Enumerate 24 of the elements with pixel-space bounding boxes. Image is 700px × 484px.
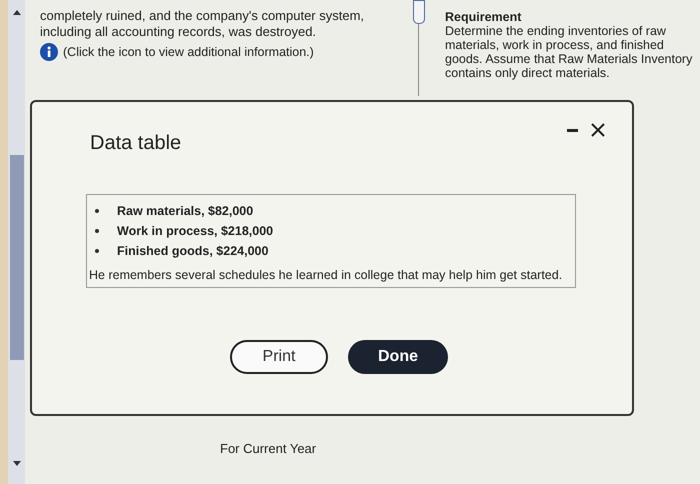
scrollbar-thumb[interactable]	[10, 155, 24, 360]
scrollbar[interactable]	[8, 0, 25, 484]
requirement-text: Determine the ending inventories of raw materials, work in process, and finished goods. Assume that Raw Materials Inventory contains only direct materials.	[445, 24, 694, 80]
problem-text: including all accounting records, was destroyed.	[40, 24, 318, 40]
worksheet-subtitle: For Current Year	[220, 441, 316, 456]
dialog-title: Data table	[90, 132, 182, 155]
print-button[interactable]: Print	[230, 340, 328, 374]
data-item: Raw materials, $82,000	[117, 204, 254, 218]
data-item: Finished goods, $224,000	[117, 244, 268, 258]
scroll-down-icon[interactable]	[12, 461, 20, 466]
done-button[interactable]: Done	[348, 340, 448, 374]
scroll-up-icon[interactable]	[12, 10, 20, 15]
bullet-icon	[95, 209, 99, 213]
data-item: Work in process, $218,000	[117, 224, 274, 238]
minimize-icon[interactable]	[567, 128, 578, 132]
info-link[interactable]: (Click the icon to view additional information.)	[63, 45, 314, 59]
close-icon[interactable]	[590, 122, 606, 138]
bullet-icon	[95, 249, 99, 253]
problem-text: completely ruined, and the company's computer system,	[40, 8, 366, 24]
info-icon[interactable]	[40, 43, 58, 61]
note-text: He remembers several schedules he learned in college that may help him get started.	[88, 267, 564, 283]
splitter-handle[interactable]	[413, 0, 425, 24]
requirement-heading: Requirement	[445, 10, 522, 24]
bullet-icon	[95, 229, 99, 233]
